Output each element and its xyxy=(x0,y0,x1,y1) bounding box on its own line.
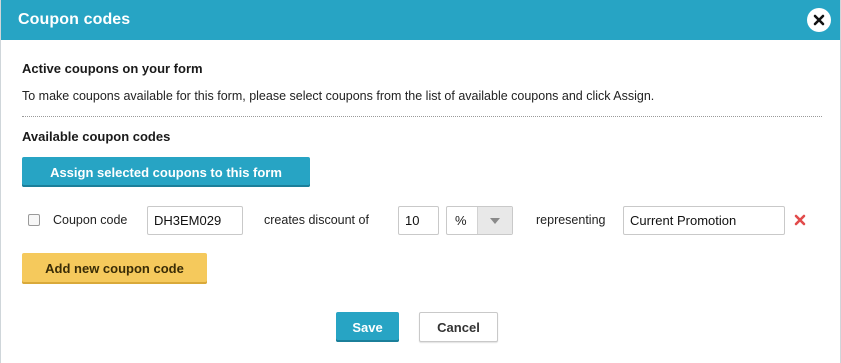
representing-label: representing xyxy=(536,213,606,227)
coupon-code-input[interactable]: DH3EM029 xyxy=(147,206,243,235)
active-coupons-description: To make coupons available for this form,… xyxy=(22,89,655,103)
close-icon xyxy=(813,14,825,26)
coupon-row: Coupon code DH3EM029 creates discount of… xyxy=(28,205,818,237)
discount-value-input[interactable]: 10 xyxy=(398,206,439,235)
dialog-titlebar: Coupon codes xyxy=(1,0,840,40)
dropdown-arrow-icon xyxy=(477,207,512,234)
available-coupons-heading: Available coupon codes xyxy=(22,129,171,144)
dialog-title: Coupon codes xyxy=(18,11,131,28)
delete-x-icon[interactable] xyxy=(794,214,806,229)
discount-unit-select[interactable]: % xyxy=(446,206,513,235)
section-divider xyxy=(22,116,822,117)
coupon-codes-dialog: Coupon codes Active coupons on your form… xyxy=(0,0,841,363)
coupon-code-label: Coupon code xyxy=(53,213,128,227)
creates-discount-label: creates discount of xyxy=(264,213,369,227)
add-coupon-button[interactable]: Add new coupon code xyxy=(22,253,207,284)
coupon-select-checkbox[interactable] xyxy=(28,214,40,226)
cancel-button[interactable]: Cancel xyxy=(419,312,498,342)
save-button[interactable]: Save xyxy=(336,312,399,342)
representing-input[interactable]: Current Promotion xyxy=(623,206,785,235)
active-coupons-heading: Active coupons on your form xyxy=(22,61,203,76)
assign-coupons-button[interactable]: Assign selected coupons to this form xyxy=(22,157,310,187)
close-button[interactable] xyxy=(807,8,831,32)
discount-unit-value: % xyxy=(455,213,467,228)
